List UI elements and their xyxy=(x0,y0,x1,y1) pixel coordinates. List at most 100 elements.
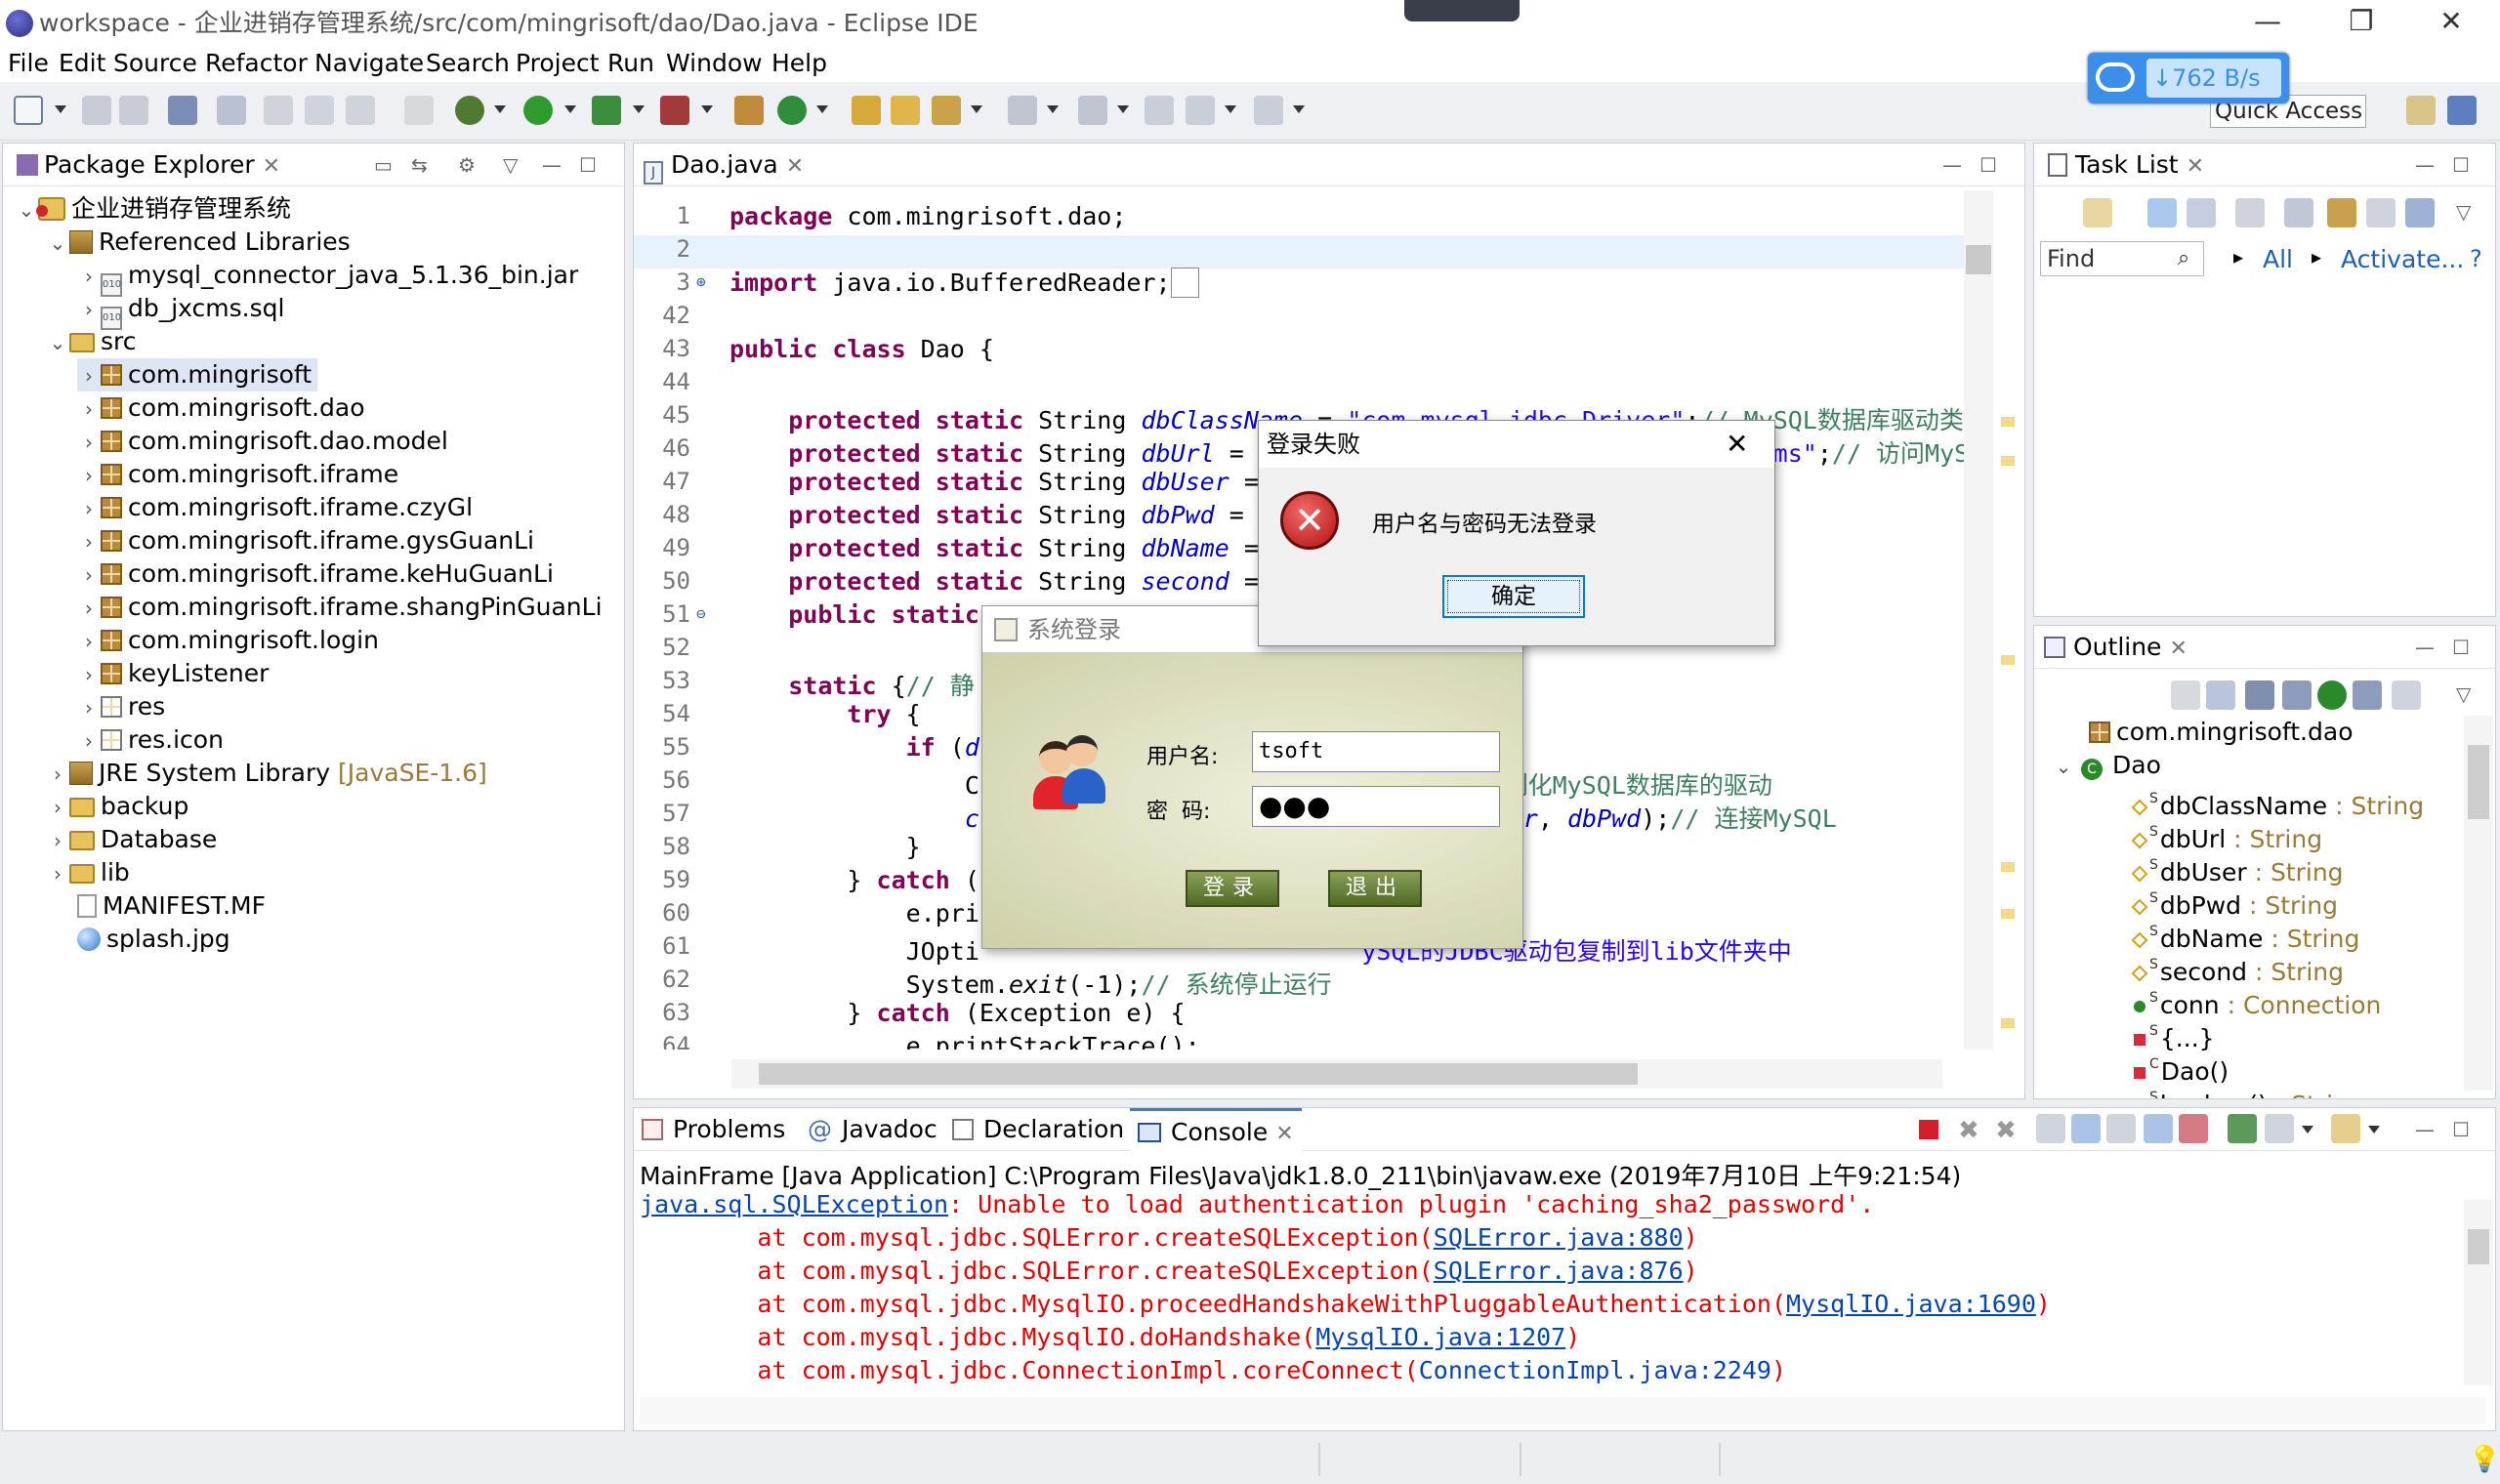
tree-item-project[interactable]: ⌄ 企业进销存管理系统 xyxy=(15,192,291,226)
chevron-right-icon[interactable]: › xyxy=(77,359,101,392)
scroll-lock-icon[interactable] xyxy=(2071,1114,2101,1143)
tree-item-package[interactable]: › res.icon xyxy=(77,723,224,757)
maximize-icon[interactable]: ☐ xyxy=(2452,1118,2470,1141)
password-input[interactable]: ●●● xyxy=(1252,786,1500,827)
open-folder-icon[interactable] xyxy=(891,96,920,125)
occurrence-marker[interactable] xyxy=(2001,655,2015,665)
tree-item-jre[interactable]: › JRE System Library [JavaSE-1.6] xyxy=(46,757,487,790)
chevron-down-icon[interactable] xyxy=(1117,105,1129,113)
menu-project[interactable]: Project xyxy=(516,47,600,80)
menu-help[interactable]: Help xyxy=(771,47,827,80)
chevron-down-icon[interactable] xyxy=(2302,1126,2313,1134)
chevron-right-icon[interactable]: › xyxy=(77,525,101,558)
lightbulb-icon[interactable]: 💡 xyxy=(2469,1445,2500,1474)
outline-item-initializer[interactable]: S{...} xyxy=(2128,1014,2215,1052)
chevron-right-icon[interactable]: › xyxy=(77,625,101,658)
outline-item-field[interactable]: SdbClassName : String xyxy=(2128,782,2424,820)
back-icon[interactable] xyxy=(1186,96,1215,125)
chevron-right-icon[interactable]: › xyxy=(77,426,101,459)
pin-console-icon[interactable] xyxy=(2228,1114,2257,1143)
close-icon[interactable]: ✕ xyxy=(263,154,280,179)
tree-item-file[interactable]: splash.jpg xyxy=(77,923,230,956)
forward-icon[interactable] xyxy=(1254,96,1283,125)
tab-console[interactable]: Console ✕ xyxy=(1130,1108,1302,1151)
minimize-icon[interactable]: — xyxy=(2415,153,2435,177)
hide-nonpublic-icon[interactable] xyxy=(2317,680,2347,710)
search-icon[interactable] xyxy=(217,96,246,125)
new-task-icon[interactable] xyxy=(2083,198,2112,227)
scrollbar-thumb[interactable] xyxy=(759,1063,1638,1085)
connect-icon[interactable] xyxy=(2405,198,2435,227)
chevron-down-icon[interactable]: ⌄ xyxy=(46,227,69,260)
tree-item-package[interactable]: › keyListener xyxy=(77,657,269,690)
collapse-fold-icon[interactable]: ⊖ xyxy=(696,604,706,623)
chevron-down-icon[interactable] xyxy=(1047,105,1059,113)
exception-link[interactable]: java.sql.SQLException xyxy=(640,1190,948,1218)
sync-icon[interactable] xyxy=(2327,198,2356,227)
link-editor-icon[interactable]: ⇆ xyxy=(411,153,428,177)
tree-item-folder[interactable]: › lib xyxy=(46,856,130,889)
tab-outline[interactable]: Outline ✕ xyxy=(2044,626,2188,669)
chevron-down-icon[interactable] xyxy=(1225,105,1236,113)
java-perspective-icon[interactable] xyxy=(2447,96,2477,125)
new-class-icon[interactable] xyxy=(777,96,807,125)
menu-file[interactable]: File xyxy=(8,47,49,80)
occurrence-marker[interactable] xyxy=(2001,862,2015,872)
chevron-down-icon[interactable] xyxy=(1293,105,1305,113)
tree-item-package[interactable]: › res xyxy=(77,690,165,723)
outline-item-field[interactable]: SdbUser : String xyxy=(2128,848,2344,886)
save-all-icon[interactable] xyxy=(119,96,148,125)
chevron-right-icon[interactable]: › xyxy=(77,392,101,426)
minimize-icon[interactable]: — xyxy=(2415,636,2435,659)
view-menu-icon[interactable]: ▽ xyxy=(503,153,518,177)
collapse-all-icon[interactable] xyxy=(2171,680,2200,710)
chevron-right-icon[interactable]: › xyxy=(77,724,101,758)
restore-button[interactable]: ❐ xyxy=(2316,0,2406,47)
chevron-right-icon[interactable]: › xyxy=(77,459,101,492)
chevron-right-icon[interactable]: › xyxy=(77,558,101,592)
categorized-icon[interactable] xyxy=(2147,198,2177,227)
outline-item-field[interactable]: Sconn : Connection xyxy=(2128,981,2381,1019)
chevron-right-icon[interactable]: › xyxy=(77,658,101,691)
tree-item-folder[interactable]: › backup xyxy=(46,790,188,823)
vertical-scrollbar[interactable] xyxy=(2464,716,2493,1091)
chevron-down-icon[interactable]: ⌄ xyxy=(46,326,69,359)
hide-fields-icon[interactable] xyxy=(2245,680,2274,710)
hide-local-types-icon[interactable] xyxy=(2353,680,2382,710)
block-icon[interactable] xyxy=(346,96,375,125)
mark-icon[interactable] xyxy=(305,96,334,125)
toggle-icon[interactable] xyxy=(264,96,293,125)
maximize-icon[interactable]: ☐ xyxy=(1979,153,1997,177)
source-link[interactable]: SQLError.java:880 xyxy=(1434,1223,1684,1252)
chevron-down-icon[interactable] xyxy=(2368,1126,2380,1134)
show-on-output-icon[interactable] xyxy=(2144,1114,2173,1143)
menu-source[interactable]: Source xyxy=(113,47,197,80)
tab-javadoc[interactable]: @ Javadoc xyxy=(808,1108,938,1151)
tree-item-package[interactable]: › com.mingrisoft.iframe xyxy=(77,458,398,491)
remove-all-icon[interactable]: ✖ xyxy=(1995,1116,2017,1145)
tab-dao-java[interactable]: J Dao.java ✕ xyxy=(644,144,804,186)
new-icon[interactable] xyxy=(14,96,43,125)
menu-refactor[interactable]: Refactor xyxy=(205,47,308,80)
chevron-right-icon[interactable]: › xyxy=(77,492,101,525)
open-type-icon[interactable] xyxy=(852,96,881,125)
hide-static-icon[interactable] xyxy=(2282,680,2312,710)
outline-item-class[interactable]: ⌄ C Dao xyxy=(2052,749,2161,782)
minimize-icon[interactable]: — xyxy=(2415,1118,2435,1141)
filter-icon[interactable] xyxy=(2235,198,2265,227)
tree-item-package[interactable]: › com.mingrisoft.iframe.czyGl xyxy=(77,491,473,524)
menu-search[interactable]: Search xyxy=(426,47,510,80)
expand-fold-icon[interactable]: ⊕ xyxy=(696,272,706,291)
chevron-right-icon[interactable]: › xyxy=(46,824,69,857)
new-package-icon[interactable] xyxy=(734,96,764,125)
tree-item-package[interactable]: › com.mingrisoft.dao.model xyxy=(77,425,448,458)
occurrence-marker[interactable] xyxy=(2001,456,2015,466)
collapse-icon[interactable] xyxy=(2284,198,2313,227)
outline-item-field[interactable]: SdbPwd : String xyxy=(2128,882,2338,920)
occurrence-marker[interactable] xyxy=(2001,909,2015,919)
tree-item-package-selected[interactable]: › com.mingrisoft xyxy=(77,358,318,392)
tree-item-file[interactable]: MANIFEST.MF xyxy=(77,889,266,923)
menu-window[interactable]: Window xyxy=(666,47,763,80)
outline-item-constructor[interactable]: CDao() xyxy=(2128,1048,2229,1086)
close-button[interactable]: ✕ xyxy=(2406,0,2496,47)
